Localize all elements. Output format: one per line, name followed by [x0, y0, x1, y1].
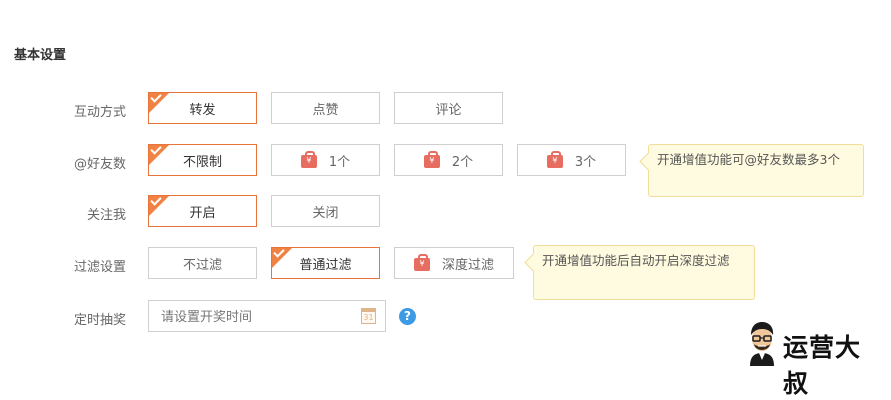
option-no-filter[interactable]: 不过滤	[148, 247, 257, 279]
section-title: 基本设置	[14, 48, 67, 63]
calendar-icon[interactable]: 31	[361, 308, 376, 324]
interaction-label: 互动方式	[73, 105, 126, 120]
filter-tooltip: 开通增值功能后自动开启深度过滤	[524, 245, 755, 300]
avatar-logo	[750, 322, 774, 366]
filter-row: 过滤设置 不过滤 普通过滤 ¥ 深度过滤 开通增值功能后自动开启深度过滤	[0, 245, 891, 300]
option-follow-off[interactable]: 关闭	[271, 195, 380, 227]
option-two-friends[interactable]: ¥ 2个	[394, 144, 503, 176]
brand-watermark: 运营大叔	[743, 319, 883, 398]
option-deep-filter[interactable]: ¥ 深度过滤	[394, 247, 514, 279]
red-bag-icon: ¥	[423, 151, 440, 168]
friends-row: @好友数 不限制 ¥ 1个 ¥ 2个 ¥ 3个 开通增值功能可@好友数最多3个	[0, 144, 891, 197]
tooltip-arrow	[524, 253, 543, 272]
draw-time-input[interactable]	[159, 302, 353, 332]
option-comment[interactable]: 评论	[394, 92, 503, 124]
option-normal-filter[interactable]: 普通过滤	[271, 247, 380, 279]
follow-row: 关注我 开启 关闭	[0, 195, 891, 229]
red-bag-icon: ¥	[546, 151, 563, 168]
option-follow-on[interactable]: 开启	[148, 195, 257, 227]
interaction-row: 互动方式 转发 点赞 评论	[0, 92, 891, 126]
option-like[interactable]: 点赞	[271, 92, 380, 124]
option-one-friend[interactable]: ¥ 1个	[271, 144, 380, 176]
option-three-friends[interactable]: ¥ 3个	[517, 144, 626, 176]
draw-time-field[interactable]: 31	[148, 300, 386, 332]
follow-label: 关注我	[86, 208, 126, 223]
option-forward[interactable]: 转发	[148, 92, 257, 124]
tooltip-arrow	[639, 152, 658, 171]
option-unlimited[interactable]: 不限制	[148, 144, 257, 176]
filter-label: 过滤设置	[73, 260, 126, 275]
red-bag-icon: ¥	[413, 254, 430, 271]
friends-label: @好友数	[73, 157, 126, 172]
brand-text: 运营大叔	[783, 333, 862, 398]
timer-label: 定时抽奖	[73, 313, 126, 328]
friends-tooltip: 开通增值功能可@好友数最多3个	[639, 144, 864, 197]
help-icon[interactable]: ?	[399, 308, 416, 325]
red-bag-icon: ¥	[300, 151, 317, 168]
